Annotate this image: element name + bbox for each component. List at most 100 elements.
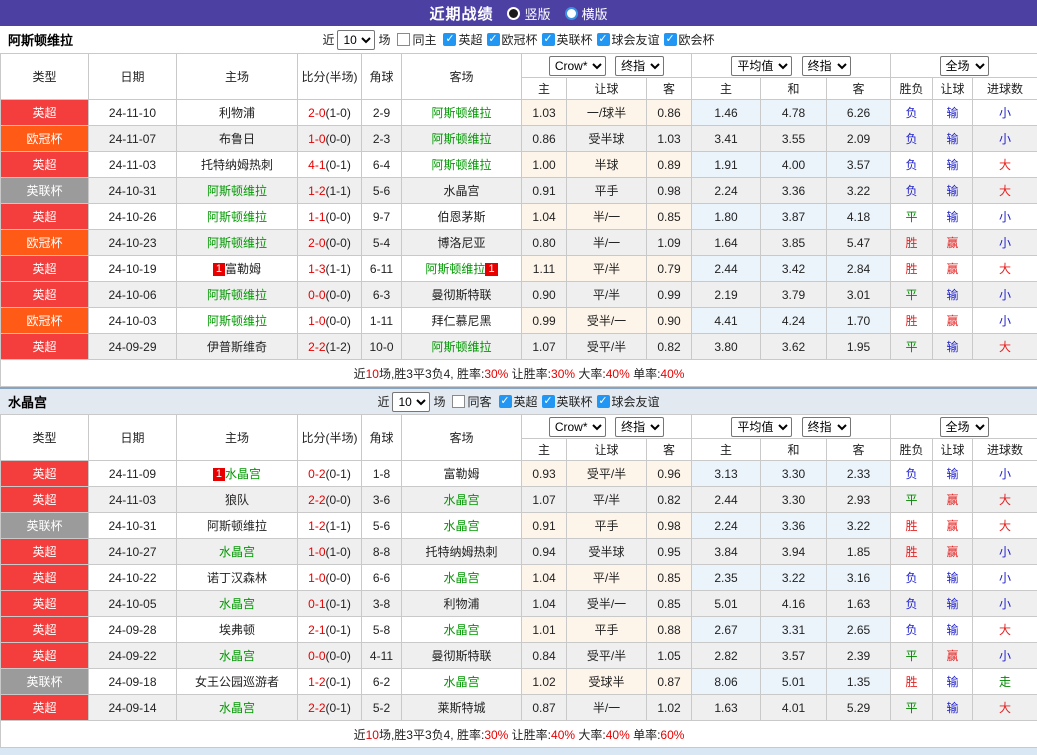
home-team: 1富勒姆 (177, 256, 298, 282)
average-group-header: 平均值 终指 (692, 415, 891, 439)
avg-time-select[interactable]: 终指 (802, 56, 851, 76)
radio-selected-icon[interactable] (507, 7, 520, 20)
summary-stat-value: 10 (366, 728, 379, 742)
scope-select[interactable]: 全场 (940, 56, 989, 76)
average-select[interactable]: 平均值 (731, 417, 792, 437)
sub-header-odds-home: 主 (522, 78, 567, 100)
odds-home: 1.03 (522, 100, 567, 126)
away-team: 水晶宫 (402, 487, 522, 513)
checkbox-checked-icon[interactable]: ✓ (487, 33, 500, 46)
avg-home-odds: 8.06 (692, 669, 761, 695)
bookmaker-select[interactable]: Crow* (549, 56, 606, 76)
league-checkbox[interactable]: ✓欧会杯 (664, 31, 715, 48)
summary-stat-value: 40% (606, 367, 630, 381)
checkbox-checked-icon[interactable]: ✓ (664, 33, 677, 46)
match-score: 2-2(1-2) (298, 334, 362, 360)
away-team: 利物浦 (402, 591, 522, 617)
radio-unselected-icon[interactable] (565, 7, 578, 20)
corner-count: 2-9 (362, 100, 402, 126)
odds-away: 0.95 (647, 539, 692, 565)
same-venue-checkbox[interactable]: 同主 (397, 31, 436, 48)
match-row: 英超24-09-28埃弗顿2-1(0-1)5-8水晶宫1.01平手0.882.6… (1, 617, 1037, 643)
odds-time-select[interactable]: 终指 (615, 417, 664, 437)
scope-select[interactable]: 全场 (940, 417, 989, 437)
avg-time-select[interactable]: 终指 (802, 417, 851, 437)
league-checkbox-label: 球会友谊 (612, 393, 660, 410)
home-team: 埃弗顿 (177, 617, 298, 643)
fulltime-score: 2-1 (308, 623, 325, 637)
league-checkbox[interactable]: ✓欧冠杯 (487, 31, 538, 48)
checkbox-unchecked-icon[interactable] (452, 395, 465, 408)
corner-count: 8-8 (362, 539, 402, 565)
avg-home-odds: 2.24 (692, 178, 761, 204)
radio-horizontal-layout[interactable]: 横版 (565, 4, 608, 23)
avg-away-odds: 5.29 (827, 695, 891, 721)
checkbox-checked-icon[interactable]: ✓ (443, 33, 456, 46)
checkbox-checked-icon[interactable]: ✓ (597, 33, 610, 46)
sub-header-handicap: 让球 (567, 78, 647, 100)
avg-draw-odds: 4.78 (761, 100, 827, 126)
league-checkbox[interactable]: ✓英联杯 (542, 393, 593, 410)
checkbox-checked-icon[interactable]: ✓ (499, 395, 512, 408)
same-venue-checkbox[interactable]: 同客 (452, 393, 491, 410)
recent-count-select[interactable]: 10 (392, 392, 430, 412)
match-date: 24-10-27 (89, 539, 177, 565)
avg-draw-odds: 3.55 (761, 126, 827, 152)
match-date: 24-09-22 (89, 643, 177, 669)
corner-count: 6-6 (362, 565, 402, 591)
league-checkbox[interactable]: ✓球会友谊 (597, 393, 660, 410)
odds-away: 1.02 (647, 695, 692, 721)
odds-home: 1.07 (522, 487, 567, 513)
result-goals: 小 (973, 591, 1037, 617)
radio-vertical-layout[interactable]: 竖版 (507, 4, 550, 23)
checkbox-checked-icon[interactable]: ✓ (542, 33, 555, 46)
league-checkbox[interactable]: ✓英超 (499, 393, 538, 410)
odds-home: 0.90 (522, 282, 567, 308)
summary-stat-value: 30% (484, 728, 508, 742)
col-header-home: 主场 (177, 54, 298, 100)
avg-away-odds: 1.85 (827, 539, 891, 565)
result-handicap: 输 (933, 565, 973, 591)
league-checkbox[interactable]: ✓英超 (443, 31, 482, 48)
bookmaker-select[interactable]: Crow* (549, 417, 606, 437)
league-checkbox[interactable]: ✓球会友谊 (597, 31, 660, 48)
home-team: 狼队 (177, 487, 298, 513)
sub-header-odds-home: 主 (522, 439, 567, 461)
result-handicap: 输 (933, 591, 973, 617)
fulltime-score: 2-0 (308, 106, 325, 120)
team-link: 利物浦 (219, 106, 255, 120)
odds-home: 0.91 (522, 178, 567, 204)
league-checkbox[interactable]: ✓英联杯 (542, 31, 593, 48)
odds-handicap: 受半球 (567, 126, 647, 152)
odds-handicap: 受平/半 (567, 461, 647, 487)
checkbox-checked-icon[interactable]: ✓ (597, 395, 610, 408)
average-select[interactable]: 平均值 (731, 56, 792, 76)
result-handicap: 赢 (933, 308, 973, 334)
checkbox-unchecked-icon[interactable] (397, 33, 410, 46)
result-handicap: 输 (933, 617, 973, 643)
odds-time-select[interactable]: 终指 (615, 56, 664, 76)
match-row: 英联杯24-10-31阿斯顿维拉1-2(1-1)5-6水晶宫0.91平手0.98… (1, 178, 1037, 204)
result-outcome: 平 (891, 282, 933, 308)
recent-count-select[interactable]: 10 (337, 30, 375, 50)
summary-stat-value: 60% (660, 728, 684, 742)
sub-header-handicap: 让球 (567, 439, 647, 461)
league-badge: 欧冠杯 (1, 308, 89, 334)
team-link: 水晶宫 (443, 571, 479, 585)
result-outcome: 平 (891, 204, 933, 230)
result-handicap: 输 (933, 669, 973, 695)
corner-count: 5-6 (362, 178, 402, 204)
match-score: 0-0(0-0) (298, 643, 362, 669)
away-team: 水晶宫 (402, 178, 522, 204)
team-link: 水晶宫 (443, 184, 479, 198)
team-link: 阿斯顿维拉 (207, 314, 267, 328)
fulltime-score: 1-0 (308, 314, 325, 328)
checkbox-checked-icon[interactable]: ✓ (542, 395, 555, 408)
result-goals: 走 (973, 669, 1037, 695)
odds-home: 0.87 (522, 695, 567, 721)
avg-home-odds: 2.67 (692, 617, 761, 643)
result-goals: 大 (973, 617, 1037, 643)
result-outcome: 胜 (891, 539, 933, 565)
odds-away: 0.82 (647, 334, 692, 360)
odds-home: 0.91 (522, 513, 567, 539)
